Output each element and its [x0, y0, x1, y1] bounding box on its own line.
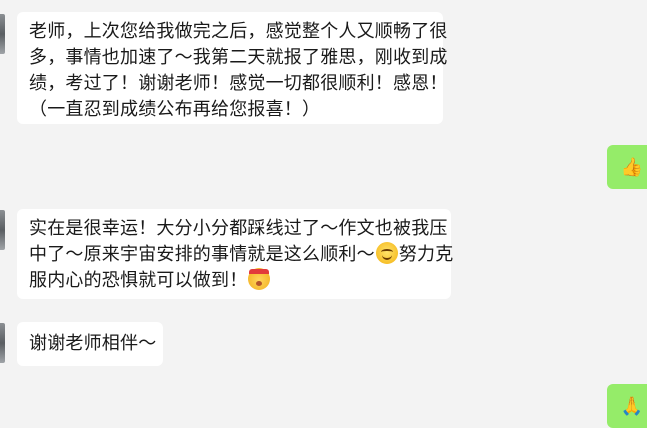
message-line: 绩，考过了！谢谢老师！感觉一切都很顺利！感恩！: [29, 73, 448, 94]
message-bubble-incoming[interactable]: 实在是很幸运！大分小分都踩线过了～作文也被我压 中了～原来宇宙安排的事情就是这么…: [17, 209, 453, 299]
message-line: 中了～原来宇宙安排的事情就是这么顺利～ 努力克: [29, 242, 453, 268]
contact-avatar[interactable]: [0, 14, 5, 54]
message-text: 服内心的恐惧就可以做到！: [29, 270, 248, 291]
message-text: 努力克: [398, 244, 454, 265]
determined-face-icon: [248, 268, 271, 290]
message-line: 服内心的恐惧就可以做到！: [29, 268, 439, 294]
message-bubble-incoming[interactable]: 老师，上次您给我做完之后，感觉整个人又顺畅了很 多，事情也加速了～我第二天就报了…: [17, 12, 448, 124]
message-line: 实在是很幸运！大分小分都踩线过了～作文也被我压: [29, 218, 448, 239]
message-line: （一直忍到成绩公布再给您报喜！）: [29, 99, 321, 120]
contact-avatar[interactable]: [0, 323, 5, 363]
message-bubble-incoming[interactable]: 谢谢老师相伴～: [17, 322, 163, 366]
message-text: 中了～原来宇宙安排的事情就是这么顺利～: [29, 244, 375, 265]
message-line: 多，事情也加速了～我第二天就报了雅思，刚收到成: [29, 47, 448, 68]
contact-avatar[interactable]: [0, 210, 5, 250]
message-bubble-outgoing[interactable]: 👍: [607, 145, 647, 189]
message-line: 老师，上次您给我做完之后，感觉整个人又顺畅了很: [29, 21, 448, 42]
folded-hands-icon: 🙏: [620, 395, 644, 417]
message-line: 谢谢老师相伴～: [29, 333, 157, 354]
smiling-face-icon: [375, 242, 398, 264]
thumbs-up-icon: 👍: [620, 156, 644, 178]
message-bubble-outgoing[interactable]: 🙏: [607, 384, 647, 428]
